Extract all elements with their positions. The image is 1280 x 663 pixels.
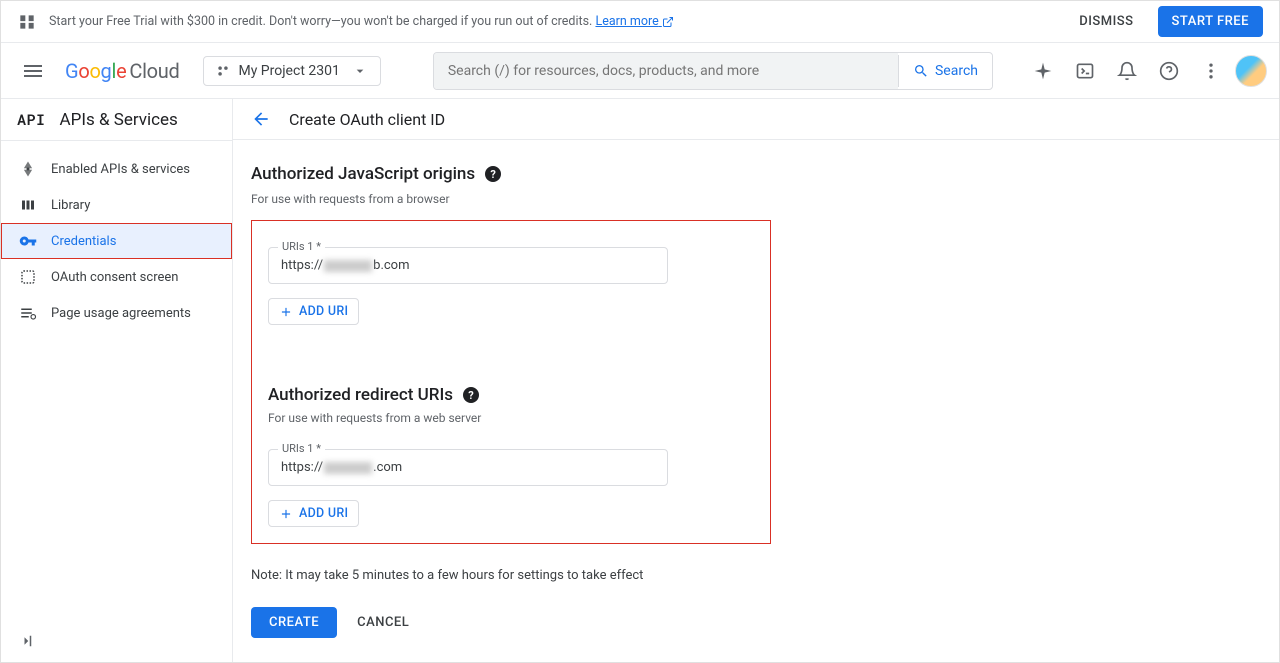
more-icon[interactable] <box>1193 53 1229 89</box>
add-js-origin-uri-button[interactable]: ADD URI <box>268 298 359 325</box>
banner-text: Start your Free Trial with $300 in credi… <box>49 14 1063 29</box>
sidebar-item-label: OAuth consent screen <box>51 270 178 285</box>
search-icon <box>913 63 929 79</box>
js-origin-uri-field[interactable]: URIs 1 * https://b.com <box>268 247 668 284</box>
library-icon <box>19 196 37 214</box>
cloud-shell-icon[interactable] <box>1067 53 1103 89</box>
consent-icon <box>19 268 37 286</box>
search-input[interactable] <box>434 53 898 89</box>
project-name: My Project 2301 <box>238 63 339 79</box>
page-title: Create OAuth client ID <box>289 110 445 129</box>
sidebar-item-enabled-apis[interactable]: Enabled APIs & services <box>1 151 232 187</box>
main-content: Create OAuth client ID Authorized JavaSc… <box>233 99 1279 662</box>
topbar: Google Cloud My Project 2301 Search <box>1 43 1279 99</box>
sidebar-item-label: Credentials <box>51 234 116 249</box>
google-cloud-logo[interactable]: Google Cloud <box>65 59 179 83</box>
search-bar: Search <box>433 52 993 90</box>
back-arrow-icon[interactable] <box>251 109 271 129</box>
plus-icon <box>279 305 293 319</box>
settings-note: Note: It may take 5 minutes to a few hou… <box>251 568 1261 583</box>
agreements-icon <box>19 304 37 322</box>
sidebar-item-credentials[interactable]: Credentials <box>1 223 232 259</box>
gemini-icon[interactable] <box>1025 53 1061 89</box>
sidebar-item-label: Page usage agreements <box>51 306 191 321</box>
cancel-button[interactable]: CANCEL <box>357 615 409 630</box>
highlighted-form-section: URIs 1 * https://b.com ADD URI Authorize… <box>251 220 771 544</box>
trial-banner: Start your Free Trial with $300 in credi… <box>1 1 1279 43</box>
key-icon <box>19 232 37 250</box>
field-label: URIs 1 * <box>278 240 325 253</box>
sidebar-title: APIs & Services <box>60 110 178 130</box>
create-button[interactable]: CREATE <box>251 607 337 638</box>
redirect-uris-title: Authorized redirect URIs <box>268 385 453 405</box>
learn-more-link[interactable]: Learn more <box>595 14 673 29</box>
notifications-icon[interactable] <box>1109 53 1145 89</box>
add-redirect-uri-button[interactable]: ADD URI <box>268 500 359 527</box>
redirect-uri-field[interactable]: URIs 1 * https://.com <box>268 449 668 486</box>
field-label: URIs 1 * <box>278 442 325 455</box>
help-icon[interactable]: ? <box>463 387 479 403</box>
plus-icon <box>279 507 293 521</box>
help-icon[interactable] <box>1151 53 1187 89</box>
sidebar-item-label: Enabled APIs & services <box>51 162 190 177</box>
help-icon[interactable]: ? <box>485 166 501 182</box>
avatar[interactable] <box>1235 55 1267 87</box>
sidebar-item-page-usage[interactable]: Page usage agreements <box>1 295 232 331</box>
gift-icon <box>17 12 37 32</box>
js-origins-title: Authorized JavaScript origins <box>251 164 475 184</box>
sidebar: API APIs & Services Enabled APIs & servi… <box>1 99 233 662</box>
menu-icon[interactable] <box>13 51 53 91</box>
start-free-button[interactable]: START FREE <box>1158 6 1263 37</box>
sidebar-item-label: Library <box>51 198 90 213</box>
chevron-down-icon <box>352 63 368 79</box>
collapse-sidebar-icon[interactable] <box>17 632 35 650</box>
redirect-uris-subtitle: For use with requests from a web server <box>268 411 754 425</box>
project-picker[interactable]: My Project 2301 <box>203 56 380 86</box>
sidebar-item-oauth-consent[interactable]: OAuth consent screen <box>1 259 232 295</box>
dismiss-button[interactable]: DISMISS <box>1063 6 1149 37</box>
api-badge: API <box>17 110 46 130</box>
sidebar-item-library[interactable]: Library <box>1 187 232 223</box>
js-origins-subtitle: For use with requests from a browser <box>251 192 771 220</box>
project-icon <box>216 64 230 78</box>
search-button[interactable]: Search <box>898 55 992 87</box>
enabled-apis-icon <box>19 160 37 178</box>
